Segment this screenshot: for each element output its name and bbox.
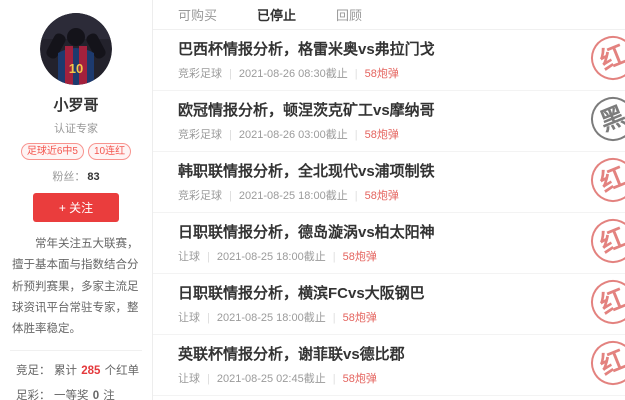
- article-price: 58炮弹: [343, 312, 377, 324]
- meta-separator: |: [207, 251, 210, 263]
- badge-row: 足球近6中5 10连红: [0, 143, 152, 160]
- sidebar-divider: [10, 350, 142, 351]
- tab-stopped[interactable]: 已停止: [257, 5, 296, 24]
- article-category: 竞彩足球: [178, 68, 222, 80]
- avatar: 10: [40, 13, 112, 85]
- article-title[interactable]: 欧冠情报分析，顿涅茨克矿工vs摩纳哥: [178, 101, 625, 121]
- stat-row-zucai-1: 足彩： 一等奖 0 注: [16, 384, 152, 400]
- meta-separator: |: [355, 68, 358, 80]
- article-category: 竞彩足球: [178, 190, 222, 202]
- meta-separator: |: [229, 129, 232, 141]
- article-list-panel: 可购买 已停止 回顾 巴西杯情报分析，格雷米奥vs弗拉门戈 竞彩足球 | 2021-…: [153, 0, 625, 400]
- article-deadline: 2021-08-25 18:00截止: [239, 190, 348, 202]
- tab-review[interactable]: 回顾: [336, 5, 362, 24]
- stats-panel: 竞足： 累计 285 个红单 足彩： 一等奖 0 注 二等奖 0 注 任九 0 …: [0, 359, 152, 400]
- article-category: 竞彩足球: [178, 129, 222, 141]
- article-price: 58炮弹: [365, 68, 399, 80]
- article-title[interactable]: 英联杯情报分析，谢菲联vs德比郡: [178, 345, 625, 365]
- article-title[interactable]: 巴西杯情报分析，格雷米奥vs弗拉门戈: [178, 40, 625, 60]
- meta-separator: |: [333, 373, 336, 385]
- article-title[interactable]: 韩职联情报分析，全北现代vs浦项制铁: [178, 162, 625, 182]
- fans-row: 粉丝：83: [0, 168, 152, 184]
- article-meta: 让球 | 2021-08-25 18:00截止 | 58炮弹: [178, 312, 625, 325]
- streak-badge-football: 足球近6中5: [21, 143, 84, 160]
- stat-label: 足彩：: [16, 384, 54, 400]
- stat-value: 一等奖 0 注: [54, 384, 115, 400]
- fans-label: 粉丝：: [52, 171, 85, 183]
- expert-profile-page: 10 小罗哥 认证专家 足球近6中5 10连红 粉丝：83 + 关注 常年关注五…: [0, 0, 625, 400]
- meta-separator: |: [333, 251, 336, 263]
- tabbar: 可购买 已停止 回顾: [153, 0, 625, 30]
- stat-value: 累计 285 个红单: [54, 359, 139, 384]
- article-deadline: 2021-08-25 18:00截止: [217, 312, 326, 324]
- article-deadline: 2021-08-25 18:00截止: [217, 251, 326, 263]
- article-item[interactable]: 日职联情报分析，横滨FCvs大阪钢巴 让球 | 2021-08-25 18:00截止…: [153, 274, 625, 335]
- meta-separator: |: [355, 190, 358, 202]
- article-category: 让球: [178, 312, 200, 324]
- stat-row-jingzu: 竞足： 累计 285 个红单: [16, 359, 152, 384]
- expert-bio: 常年关注五大联赛，擅于基本面与指数结合分析预判赛果，多家主流足球资讯平台常驻专家…: [0, 234, 152, 340]
- article-title[interactable]: 日职联情报分析，横滨FCvs大阪钢巴: [178, 284, 625, 304]
- meta-separator: |: [207, 373, 210, 385]
- meta-separator: |: [207, 312, 210, 324]
- article-meta: 竞彩足球 | 2021-08-25 18:00截止 | 58炮弹: [178, 190, 625, 203]
- article-meta: 竞彩足球 | 2021-08-26 08:30截止 | 58炮弹: [178, 68, 625, 81]
- expert-name: 小罗哥: [0, 94, 152, 115]
- article-category: 让球: [178, 251, 200, 263]
- article-price: 58炮弹: [365, 190, 399, 202]
- article-deadline: 2021-08-26 03:00截止: [239, 129, 348, 141]
- article-price: 58炮弹: [343, 373, 377, 385]
- article-meta: 竞彩足球 | 2021-08-26 03:00截止 | 58炮弹: [178, 129, 625, 142]
- article-item[interactable]: 韩职联情报分析，全北现代vs浦项制铁 竞彩足球 | 2021-08-25 18:00…: [153, 152, 625, 213]
- article-item[interactable]: 巴西杯情报分析，格雷米奥vs弗拉门戈 竞彩足球 | 2021-08-26 08:30…: [153, 30, 625, 91]
- meta-separator: |: [229, 190, 232, 202]
- fans-count: 83: [87, 171, 99, 183]
- meta-separator: |: [333, 312, 336, 324]
- article-meta: 让球 | 2021-08-25 18:00截止 | 58炮弹: [178, 251, 625, 264]
- player-photo: 10: [40, 13, 112, 85]
- jersey-number: 10: [69, 61, 83, 76]
- article-item[interactable]: 日职联情报分析，德岛漩涡vs柏太阳神 让球 | 2021-08-25 18:00截止…: [153, 213, 625, 274]
- streak-badge-red: 10连红: [88, 143, 131, 160]
- article-item[interactable]: 欧冠情报分析，顿涅茨克矿工vs摩纳哥 竞彩足球 | 2021-08-26 03:00…: [153, 91, 625, 152]
- follow-button[interactable]: + 关注: [33, 193, 119, 222]
- article-item[interactable]: 英联杯情报分析，谢菲联vs德比郡 让球 | 2021-08-25 02:45截止 | 5…: [153, 335, 625, 396]
- article-list: 巴西杯情报分析，格雷米奥vs弗拉门戈 竞彩足球 | 2021-08-26 08:30…: [153, 30, 625, 396]
- article-price: 58炮弹: [365, 129, 399, 141]
- meta-separator: |: [355, 129, 358, 141]
- article-price: 58炮弹: [343, 251, 377, 263]
- tab-purchasable[interactable]: 可购买: [178, 5, 217, 24]
- stat-label: 竞足：: [16, 359, 54, 384]
- article-title[interactable]: 日职联情报分析，德岛漩涡vs柏太阳神: [178, 223, 625, 243]
- article-meta: 让球 | 2021-08-25 02:45截止 | 58炮弹: [178, 373, 625, 386]
- expert-sidebar: 10 小罗哥 认证专家 足球近6中5 10连红 粉丝：83 + 关注 常年关注五…: [0, 0, 153, 400]
- article-deadline: 2021-08-26 08:30截止: [239, 68, 348, 80]
- article-category: 让球: [178, 373, 200, 385]
- meta-separator: |: [229, 68, 232, 80]
- expert-title: 认证专家: [0, 120, 152, 136]
- article-deadline: 2021-08-25 02:45截止: [217, 373, 326, 385]
